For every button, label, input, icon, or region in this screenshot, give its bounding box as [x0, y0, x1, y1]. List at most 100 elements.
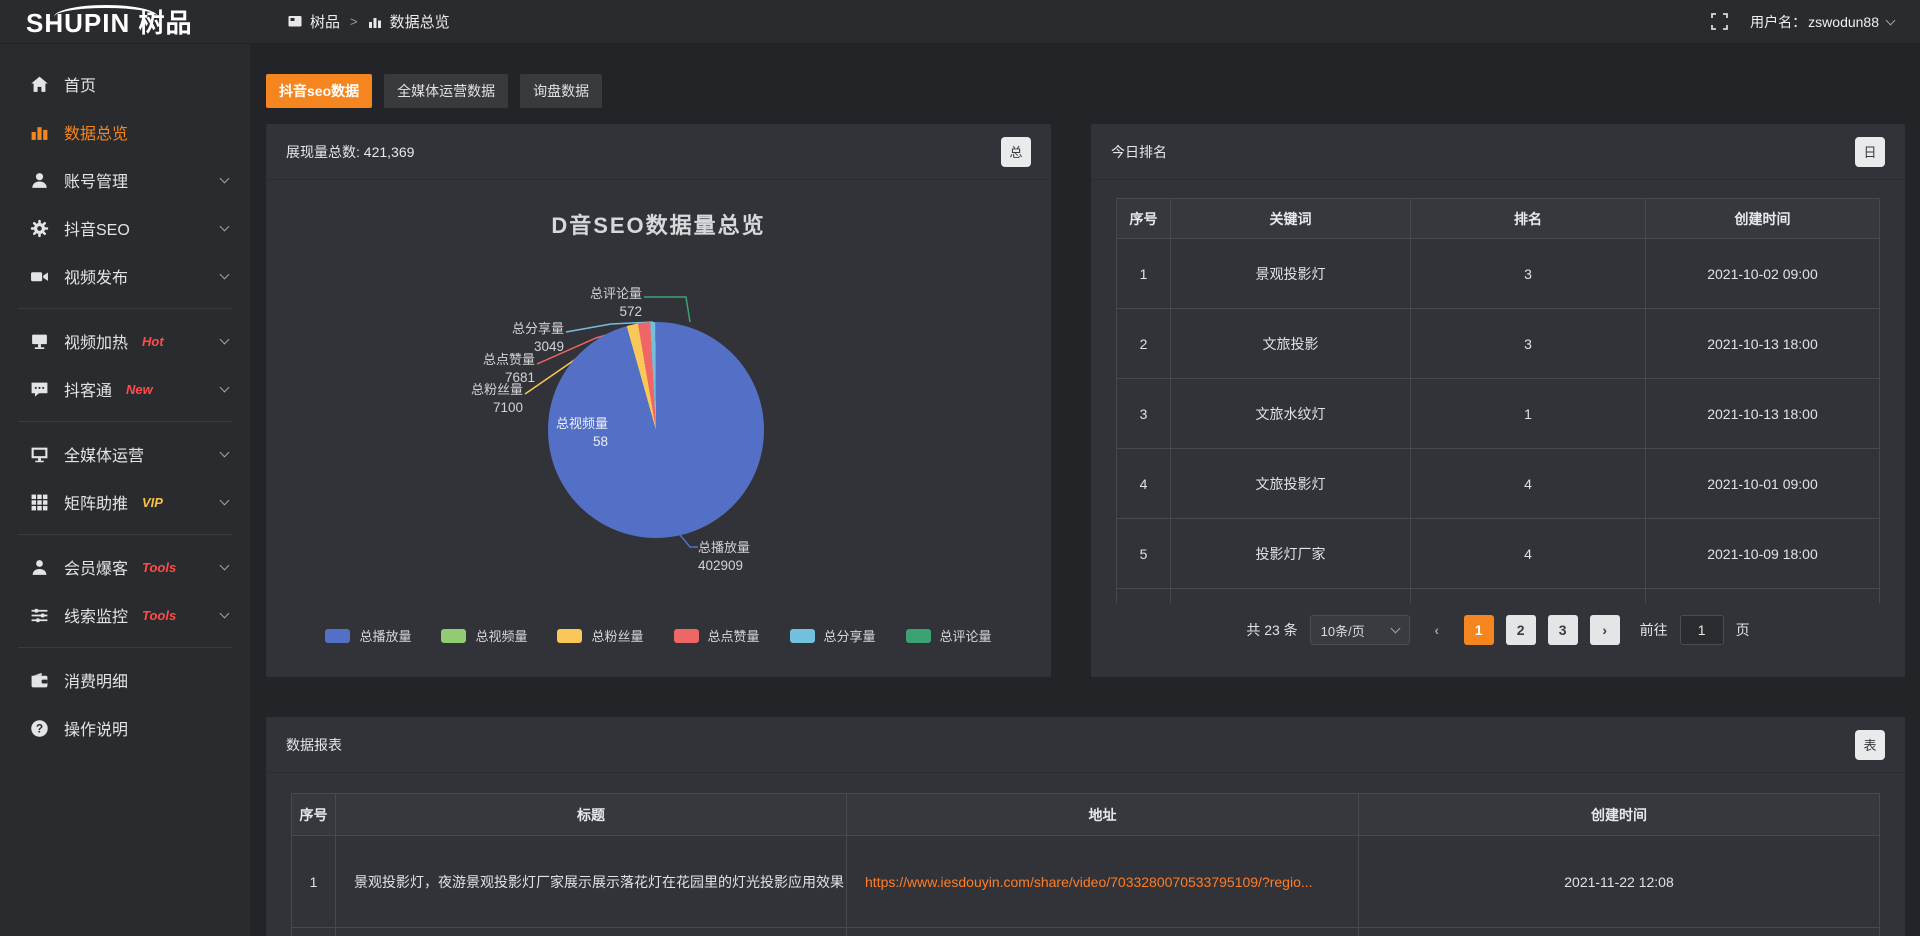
screen-icon — [30, 332, 49, 351]
sidebar-divider — [18, 421, 232, 422]
col-title: 标题 — [336, 794, 847, 836]
video-link[interactable]: https://www.iesdouyin.com/share/video/70… — [865, 874, 1313, 890]
username-label: 用户名： — [1750, 12, 1806, 32]
prev-page-button[interactable]: ‹ — [1422, 615, 1452, 645]
overview-panel: 展现量总数: 421,369 总 D音SEO数据量总览 总评论量572 总分享量… — [266, 124, 1051, 677]
goto-suffix: 页 — [1736, 620, 1750, 640]
table-row: 3文旅水纹灯12021-10-13 18:00 — [1117, 379, 1880, 449]
chevron-down-icon — [1886, 15, 1896, 25]
sidebar-item-data-overview[interactable]: 数据总览 — [0, 108, 250, 156]
legend-item-share[interactable]: 总分享量 — [790, 626, 876, 645]
day-badge-button[interactable]: 日 — [1855, 137, 1885, 167]
wallet-icon — [30, 671, 49, 690]
legend-chip — [906, 629, 931, 643]
sidebar-item-label: 视频加热 — [64, 329, 128, 353]
sidebar-item-label: 账号管理 — [64, 168, 128, 192]
chevron-down-icon — [1390, 624, 1400, 634]
chart-legend: 总播放量 总视频量 总粉丝量 总点赞量 总分享量 总评论量 — [266, 626, 1051, 645]
sidebar-item-member[interactable]: 会员爆客 Tools — [0, 543, 250, 591]
ranking-panel: 今日排名 日 序号 关键词 排名 创建时间 — [1091, 124, 1905, 677]
pie-label-fans: 总粉丝量7100 — [461, 382, 523, 416]
chevron-down-icon — [220, 270, 230, 280]
person-icon — [30, 558, 49, 577]
col-created: 创建时间 — [1646, 199, 1880, 239]
overview-title-label: 展现量总数: — [286, 144, 360, 160]
legend-chip — [441, 629, 466, 643]
col-index: 序号 — [1117, 199, 1171, 239]
page-button-2[interactable]: 2 — [1506, 615, 1536, 645]
monitor-icon — [30, 445, 49, 464]
vip-badge: VIP — [142, 495, 163, 510]
chevron-down-icon — [220, 561, 230, 571]
legend-item-video[interactable]: 总视频量 — [441, 626, 527, 645]
grid-icon — [30, 493, 49, 512]
chevron-down-icon — [220, 383, 230, 393]
table-row: 5投影灯厂家42021-10-09 18:00 — [1117, 519, 1880, 589]
sidebar-item-consume[interactable]: 消费明细 — [0, 656, 250, 704]
tab-inquiry[interactable]: 询盘数据 — [520, 74, 602, 108]
sidebar-divider — [18, 308, 232, 309]
table-row-clipped — [1117, 589, 1880, 604]
table-row: 4文旅投影灯42021-10-01 09:00 — [1117, 449, 1880, 519]
tools-badge: Tools — [142, 608, 176, 623]
pagination-total: 共 23 条 — [1246, 620, 1297, 640]
table-row: 1景观投影灯32021-10-02 09:00 — [1117, 239, 1880, 309]
sidebar-item-help[interactable]: ? 操作说明 — [0, 704, 250, 752]
table-header-row: 序号 标题 地址 创建时间 — [292, 794, 1880, 836]
legend-chip — [674, 629, 699, 643]
sidebar-item-label: 抖音SEO — [64, 216, 130, 240]
legend-chip — [325, 629, 350, 643]
sidebar-item-label: 抖客通 — [64, 377, 112, 401]
pagination: 共 23 条 10条/页 ‹ 1 2 3 › 前往 页 — [1091, 615, 1905, 645]
sidebar-item-label: 全媒体运营 — [64, 442, 144, 466]
chart-title: D音SEO数据量总览 — [266, 208, 1051, 240]
col-url: 地址 — [847, 794, 1359, 836]
new-badge: New — [126, 382, 153, 397]
sidebar-item-douketong[interactable]: 抖客通 New — [0, 365, 250, 413]
sidebar-item-video-publish[interactable]: 视频发布 — [0, 252, 250, 300]
total-badge-button[interactable]: 总 — [1001, 137, 1031, 167]
top-header: SHUPIN 树品 树品 > 数据总览 用户名：zswodun88 — [0, 0, 1920, 44]
chevron-down-icon — [220, 335, 230, 345]
sidebar-item-douyin-seo[interactable]: 抖音SEO — [0, 204, 250, 252]
pie-label-share: 总分享量3049 — [502, 321, 564, 355]
logo: SHUPIN 树品 — [0, 3, 250, 40]
breadcrumb: 树品 > 数据总览 — [288, 11, 450, 32]
sidebar-item-home[interactable]: 首页 — [0, 60, 250, 108]
goto-page-input[interactable] — [1680, 615, 1724, 645]
user-menu[interactable]: 用户名：zswodun88 — [1750, 12, 1894, 32]
table-row-clipped — [292, 928, 1880, 936]
sidebar-item-media-ops[interactable]: 全媒体运营 — [0, 430, 250, 478]
home-icon — [30, 75, 49, 94]
next-page-button[interactable]: › — [1590, 615, 1620, 645]
page-button-3[interactable]: 3 — [1548, 615, 1578, 645]
page-button-1[interactable]: 1 — [1464, 615, 1494, 645]
data-tabs: 抖音seo数据 全媒体运营数据 询盘数据 — [266, 74, 1905, 108]
tab-douyin-seo[interactable]: 抖音seo数据 — [266, 74, 372, 108]
legend-item-fans[interactable]: 总粉丝量 — [557, 626, 643, 645]
sidebar-divider — [18, 647, 232, 648]
breadcrumb-root[interactable]: 树品 — [310, 11, 340, 32]
legend-item-comment[interactable]: 总评论量 — [906, 626, 992, 645]
sidebar-item-label: 线索监控 — [64, 603, 128, 627]
tab-media-ops[interactable]: 全媒体运营数据 — [384, 74, 508, 108]
legend-chip — [790, 629, 815, 643]
breadcrumb-current: 数据总览 — [390, 11, 450, 32]
sidebar-item-matrix[interactable]: 矩阵助推 VIP — [0, 478, 250, 526]
sidebar-item-account[interactable]: 账号管理 — [0, 156, 250, 204]
sidebar-item-video-heat[interactable]: 视频加热 Hot — [0, 317, 250, 365]
sidebar-divider — [18, 534, 232, 535]
col-rank: 排名 — [1411, 199, 1646, 239]
fullscreen-icon[interactable] — [1711, 13, 1728, 30]
sidebar-item-label: 会员爆客 — [64, 555, 128, 579]
legend-item-play[interactable]: 总播放量 — [325, 626, 411, 645]
gear-icon — [30, 219, 49, 238]
page-size-select[interactable]: 10条/页 — [1310, 615, 1410, 645]
table-badge-button[interactable]: 表 — [1855, 730, 1885, 760]
legend-item-like[interactable]: 总点赞量 — [674, 626, 760, 645]
pie-label-comment: 总评论量572 — [580, 286, 642, 320]
ranking-table: 序号 关键词 排名 创建时间 1景观投影灯32021-10-02 09:00 2… — [1116, 198, 1880, 603]
panel-title: 今日排名 — [1111, 142, 1167, 162]
legend-chip — [557, 629, 582, 643]
sidebar-item-clue-monitor[interactable]: 线索监控 Tools — [0, 591, 250, 639]
